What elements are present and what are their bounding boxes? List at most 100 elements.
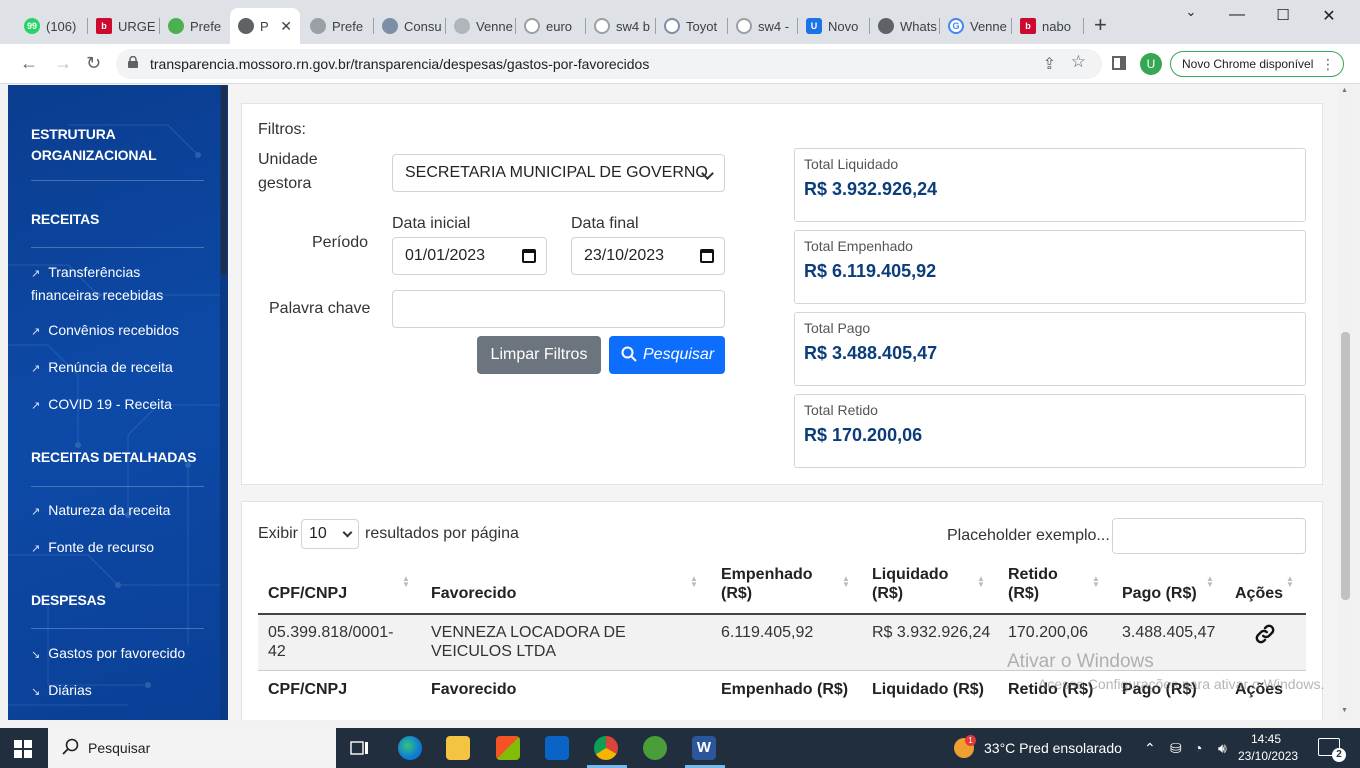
tab-consulta[interactable]: Consu — [374, 8, 446, 44]
bookmark-star-icon[interactable]: ☆ — [1071, 52, 1086, 72]
calendar-icon[interactable] — [700, 249, 714, 263]
clear-filters-button[interactable]: Limpar Filtros — [477, 336, 601, 374]
sidebar-section-despesas[interactable]: DESPESAS — [31, 590, 106, 611]
sidebar-item-gastos[interactable]: ↘ Gastos por favorecido — [31, 643, 211, 666]
mail-icon[interactable] — [545, 736, 569, 760]
utorrent-icon[interactable] — [643, 736, 667, 760]
data-final-value: 23/10/2023 — [584, 247, 665, 264]
word-icon[interactable]: W — [692, 736, 716, 760]
table-search-input[interactable] — [1112, 518, 1306, 554]
sidebar-item-convenios[interactable]: ↗ Convênios recebidos — [31, 320, 211, 343]
sidebar-item-covid[interactable]: ↗ COVID 19 - Receita — [31, 394, 211, 417]
tab-active[interactable]: P ✕ — [230, 8, 300, 44]
tab-search-icon[interactable]: ⌄ — [1168, 4, 1214, 20]
page-size-select[interactable]: 10 — [301, 519, 359, 549]
link-icon[interactable] — [1254, 623, 1276, 645]
page-scrollbar[interactable]: ▲ ▼ — [1338, 85, 1352, 720]
sort-icon[interactable]: ▲ ▼ — [977, 575, 985, 589]
tab-venneza-2[interactable]: G Venne — [940, 8, 1012, 44]
sidebar-section-receitas-detalhadas[interactable]: RECEITAS DETALHADAS — [31, 447, 196, 468]
tab-novo[interactable]: U Novo — [798, 8, 870, 44]
tab-prefeitura-1[interactable]: Prefe — [160, 8, 230, 44]
tab-nabo[interactable]: b nabo — [1012, 8, 1084, 44]
sidebar-scrollbar-thumb[interactable] — [221, 85, 227, 275]
menu-dots-icon[interactable]: ⋮ — [1321, 52, 1335, 76]
total-empenhado-card: Total Empenhado R$ 6.119.405,92 — [794, 230, 1306, 304]
taskbar-search[interactable]: Pesquisar — [48, 728, 336, 768]
col-liquidado[interactable]: Liquidado (R$) — [872, 565, 962, 603]
url-text[interactable]: transparencia.mossoro.rn.gov.br/transpar… — [150, 56, 649, 72]
profile-avatar[interactable]: U — [1140, 53, 1162, 75]
tab-venneza[interactable]: Venne — [446, 8, 516, 44]
lock-icon[interactable] — [128, 56, 138, 68]
wifi-icon[interactable]: ◔ — [1194, 740, 1202, 756]
calendar-icon[interactable] — [522, 249, 536, 263]
col-favorecido[interactable]: Favorecido — [431, 584, 516, 603]
maximize-button[interactable]: ☐ — [1260, 6, 1306, 24]
sidebar-item-natureza[interactable]: ↗ Natureza da receita — [31, 500, 211, 523]
file-explorer-icon[interactable] — [446, 736, 470, 760]
col-empenhado[interactable]: Empenhado (R$) — [721, 565, 831, 603]
col-cpf[interactable]: CPF/CNPJ — [268, 584, 347, 603]
sort-icon[interactable]: ▲ ▼ — [1286, 575, 1294, 589]
data-inicial-input[interactable]: 01/01/2023 — [392, 237, 547, 275]
chrome-update-button[interactable]: Novo Chrome disponível ⋮ — [1170, 51, 1344, 77]
task-view-icon[interactable] — [350, 738, 370, 758]
sidebar-item-transferencias[interactable]: ↗ Transferências financeiras recebidas — [31, 262, 211, 306]
sidebar-item-renuncia[interactable]: ↗ Renúncia de receita — [31, 357, 211, 380]
magnet-icon: U — [806, 18, 822, 34]
tab-prefeitura-2[interactable]: Prefe — [302, 8, 374, 44]
close-window-button[interactable]: ✕ — [1306, 6, 1352, 26]
edge-icon[interactable] — [398, 736, 422, 760]
tab-euro[interactable]: euro — [516, 8, 586, 44]
sort-icon[interactable]: ▲ ▼ — [690, 575, 698, 589]
data-final-input[interactable]: 23/10/2023 — [571, 237, 725, 275]
search-button[interactable]: Pesquisar — [609, 336, 725, 374]
volume-icon[interactable]: 🔊︎ — [1218, 740, 1227, 757]
col-retido[interactable]: Retido (R$) — [1008, 565, 1068, 603]
new-tab-button[interactable]: + — [1094, 14, 1107, 36]
address-bar[interactable]: transparencia.mossoro.rn.gov.br/transpar… — [116, 49, 1102, 79]
sidebar-item-diarias[interactable]: ↘ Diárias — [31, 680, 211, 703]
windows-start-icon[interactable] — [14, 740, 32, 758]
store-icon[interactable] — [496, 736, 520, 760]
sidebar-item-fonte[interactable]: ↗ Fonte de recurso — [31, 537, 211, 560]
sidebar-item-label: Convênios recebidos — [48, 322, 179, 338]
network-icon[interactable]: ⛁ — [1170, 740, 1182, 757]
tab-toyota[interactable]: Toyot — [656, 8, 728, 44]
sidebar-section-estrutura[interactable]: ESTRUTURA ORGANIZACIONAL — [31, 124, 181, 166]
filters-heading: Filtros: — [258, 121, 306, 138]
clock[interactable]: 14:45 23/10/2023 — [1238, 731, 1298, 765]
tab-sw4-b[interactable]: sw4 b — [586, 8, 656, 44]
sort-icon[interactable]: ▲ ▼ — [1092, 575, 1100, 589]
tab-label: URGE — [118, 18, 156, 34]
minimize-button[interactable]: — — [1214, 6, 1260, 24]
unidade-select[interactable]: SECRETARIA MUNICIPAL DE GOVERNO — [392, 154, 725, 192]
forward-button[interactable]: → — [54, 53, 72, 74]
sidebar-section-receitas[interactable]: RECEITAS — [31, 209, 99, 230]
tab-urge[interactable]: b URGE — [88, 8, 160, 44]
sidebar-scrollbar[interactable] — [220, 85, 228, 720]
reload-button[interactable]: ↻ — [86, 53, 101, 74]
scroll-down-arrow-icon[interactable]: ▼ — [1341, 707, 1348, 714]
chrome-icon[interactable] — [594, 736, 618, 760]
sort-icon[interactable]: ▲ ▼ — [842, 575, 850, 589]
col-acoes[interactable]: Ações — [1235, 584, 1283, 603]
sort-icon[interactable]: ▲ ▼ — [1206, 575, 1214, 589]
sort-icon[interactable]: ▲ ▼ — [402, 575, 410, 589]
back-button[interactable]: ← — [20, 53, 38, 74]
tab-whatsapp[interactable]: 99 (106) — [16, 8, 88, 44]
share-icon[interactable]: ⇪ — [1043, 54, 1056, 74]
show-hidden-icons[interactable]: ⌃ — [1144, 740, 1156, 757]
close-tab-icon[interactable]: ✕ — [280, 18, 292, 35]
col-pago[interactable]: Pago (R$) — [1122, 584, 1197, 603]
scroll-up-arrow-icon[interactable]: ▲ — [1341, 87, 1348, 94]
tab-sw4[interactable]: sw4 - — [728, 8, 798, 44]
page-scrollbar-thumb[interactable] — [1341, 332, 1350, 600]
side-panel-icon[interactable] — [1112, 56, 1126, 70]
sidebar-item-label: COVID 19 - Receita — [48, 396, 172, 412]
tab-whats[interactable]: Whats — [870, 8, 940, 44]
palavra-chave-input[interactable] — [392, 290, 725, 328]
weather-alert-badge: 1 — [965, 735, 976, 746]
weather-text[interactable]: 33°C Pred ensolarado — [984, 740, 1122, 756]
